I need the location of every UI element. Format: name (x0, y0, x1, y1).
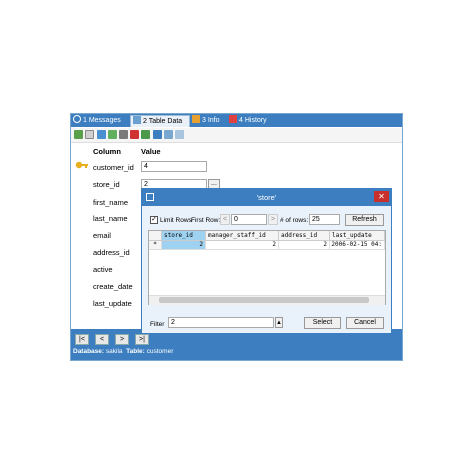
row-label-address-id: address_id (93, 248, 130, 257)
cancel-button[interactable]: Cancel (346, 317, 384, 329)
info-chart-icon (192, 115, 200, 123)
first-row-label: First Row: (191, 217, 221, 224)
grid-view-icon[interactable] (164, 130, 173, 139)
grid-icon (133, 116, 141, 124)
refresh-icon[interactable] (141, 130, 150, 139)
export-icon[interactable] (108, 130, 117, 139)
first-record-button[interactable]: |< (75, 334, 89, 345)
tab-history[interactable]: 4 History (229, 115, 267, 127)
row-label-email: email (93, 231, 111, 240)
store-lookup-dialog: 'store' ✕ ✓ Limit Rows First Row: < 0 > … (141, 188, 392, 334)
prev-page-button[interactable]: < (220, 214, 230, 225)
horizontal-scrollbar[interactable] (149, 295, 385, 305)
column-header-manager-staff-id[interactable]: manager_staff_id (206, 231, 279, 241)
tab-bar: 1 Messages 2 Table Data 3 Info 4 History (71, 114, 402, 127)
primary-key-icon (75, 161, 88, 169)
tab-label: 3 Info (202, 117, 220, 124)
delete-icon[interactable] (130, 130, 139, 139)
cell-address-id[interactable]: 2 (279, 241, 330, 250)
dialog-title-bar: 'store' ✕ (142, 189, 391, 206)
table-label: Table: (126, 348, 145, 355)
customer-id-field[interactable]: 4 (141, 161, 207, 172)
row-label-last-name: last_name (93, 214, 128, 223)
database-value: sakila (105, 348, 123, 355)
tab-messages[interactable]: 1 Messages (73, 115, 121, 127)
row-label-last-update: last_update (93, 299, 132, 308)
value-header: Value (141, 147, 161, 156)
add-row-icon[interactable] (74, 130, 83, 139)
filter-label: Filter (150, 321, 165, 328)
limit-rows-label: Limit Rows (160, 217, 192, 224)
row-label-first-name: first_name (93, 198, 129, 207)
tab-label: 4 History (239, 117, 267, 124)
select-button[interactable]: Select (304, 317, 341, 329)
last-record-button[interactable]: >| (135, 334, 149, 345)
info-icon (73, 115, 81, 123)
tab-label: 2 Table Data (143, 118, 183, 125)
cell-manager-staff-id[interactable]: 2 (206, 241, 279, 250)
tab-table-data[interactable]: 2 Table Data (130, 115, 190, 127)
close-button[interactable]: ✕ (374, 191, 389, 202)
cell-store-id[interactable]: 2 (162, 241, 206, 250)
filter-spin-button[interactable]: ▲ (275, 317, 283, 328)
text-view-icon[interactable] (175, 130, 184, 139)
row-count-label: # of rows: (280, 217, 309, 224)
filter-input[interactable]: 2 (168, 317, 274, 328)
column-header-last-update[interactable]: last_update (330, 231, 385, 241)
save-icon[interactable] (119, 130, 128, 139)
column-header-address-id[interactable]: address_id (279, 231, 330, 241)
prev-record-button[interactable]: < (95, 334, 109, 345)
refresh-button[interactable]: Refresh (345, 214, 384, 226)
next-page-button[interactable]: > (268, 214, 278, 225)
column-header: Column (93, 147, 121, 156)
dialog-title: 'store' (256, 193, 277, 202)
row-count-input[interactable]: 25 (309, 214, 340, 225)
next-record-button[interactable]: > (115, 334, 129, 345)
import-icon[interactable] (97, 130, 106, 139)
dropdown-icon[interactable] (85, 130, 94, 139)
row-header-corner (149, 231, 162, 241)
cell-last-update[interactable]: 2006-02-15 04: (330, 241, 385, 250)
tab-label: 1 Messages (83, 117, 121, 124)
row-label-create-date: create_date (93, 282, 133, 291)
scrollbar-thumb[interactable] (159, 297, 369, 303)
calendar-icon (229, 115, 237, 123)
status-bar: Database: sakila Table: customer (73, 348, 173, 355)
tab-info[interactable]: 3 Info (192, 115, 220, 127)
column-header-store-id[interactable]: store_id (162, 231, 206, 241)
database-label: Database: (73, 348, 105, 355)
limit-rows-checkbox[interactable]: ✓ (150, 216, 158, 224)
first-row-input[interactable]: 0 (231, 214, 267, 225)
form-view-icon[interactable] (153, 130, 162, 139)
row-label-store-id: store_id (93, 180, 120, 189)
row-label-active: active (93, 265, 113, 274)
toolbar (71, 128, 402, 143)
row-label-customer-id: customer_id (93, 163, 134, 172)
result-grid: store_id manager_staff_id address_id las… (148, 230, 386, 305)
row-marker: * (149, 241, 162, 250)
table-value: customer (146, 348, 174, 355)
